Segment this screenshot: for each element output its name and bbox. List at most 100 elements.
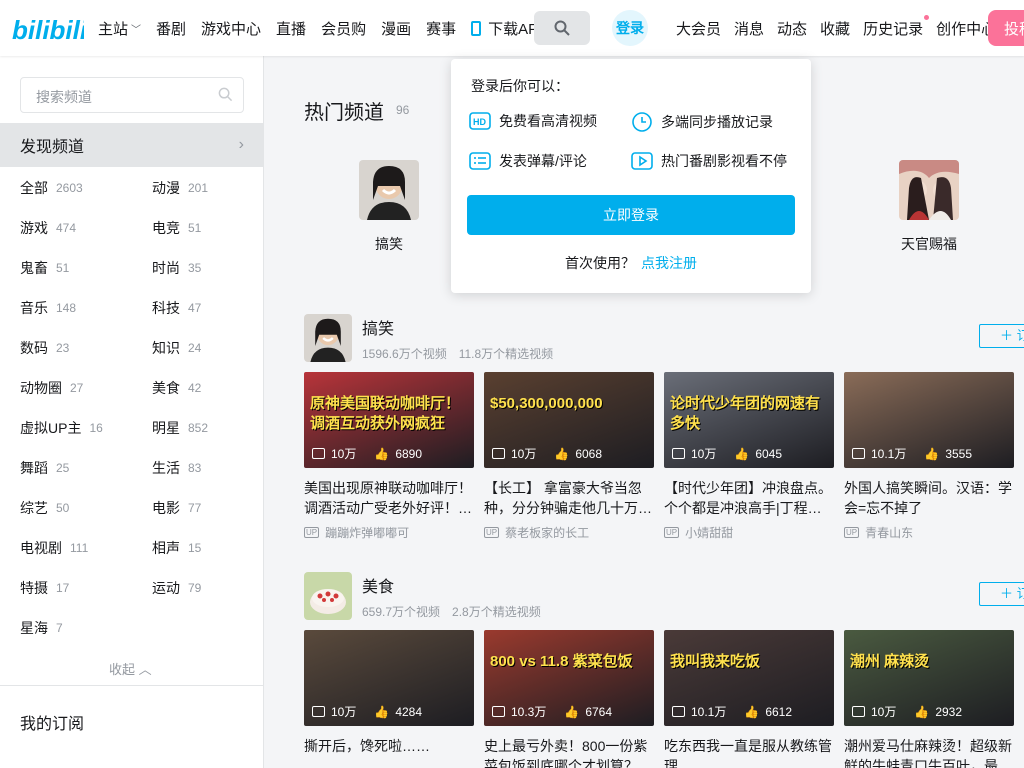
my-subscriptions[interactable]: 我的订阅 bbox=[20, 710, 84, 734]
category-item[interactable]: 音乐 148 bbox=[20, 288, 152, 328]
video-card[interactable]: 我叫我来吃饭 10.1万 👍 6612 吃东西我一直是服从教练管理 bbox=[664, 630, 834, 768]
nav-bangumi[interactable]: 番剧 bbox=[156, 18, 193, 39]
nav-manga[interactable]: 漫画 bbox=[381, 18, 418, 39]
category-item[interactable]: 时尚 35 bbox=[152, 248, 250, 288]
video-card[interactable]: 论时代少年团的网速有多快 10万 👍 6045 【时代少年团】冲浪盘点。个个都是冲浪高手… bbox=[664, 372, 834, 541]
category-label: 特摄 bbox=[20, 580, 48, 596]
category-item[interactable]: 动漫 201 bbox=[152, 168, 250, 208]
nav-messages[interactable]: 消息 bbox=[734, 18, 764, 39]
nav-mall[interactable]: 会员购 bbox=[321, 18, 373, 39]
category-item[interactable]: 全部 2603 bbox=[20, 168, 152, 208]
like-icon: 👍 bbox=[914, 704, 930, 719]
category-count: 51 bbox=[56, 261, 70, 275]
video-title[interactable]: 撕开后，馋死啦…… bbox=[304, 736, 474, 768]
benefit-item: 多端同步播放记录 bbox=[631, 111, 773, 133]
channel-sidebar: 搜索频道 发现频道 › 全部 2603 动漫 201 游戏 474 电竞 51 鬼畜 51 时尚 35… bbox=[0, 56, 264, 768]
channel-name[interactable]: 搞笑 bbox=[362, 315, 394, 339]
discover-channels-item[interactable]: 发现频道 › bbox=[0, 123, 264, 167]
category-label: 时尚 bbox=[152, 260, 180, 276]
category-item[interactable]: 运动 79 bbox=[152, 568, 250, 608]
search-icon[interactable] bbox=[218, 87, 233, 102]
video-stats: 10万 👍 6890 bbox=[312, 445, 422, 462]
nav-vip[interactable]: 大会员 bbox=[676, 18, 721, 39]
nav-history[interactable]: 历史记录 bbox=[863, 14, 930, 39]
category-item[interactable]: 数码 23 bbox=[20, 328, 152, 368]
video-card[interactable]: 800 vs 11.8 紫菜包饭 10.3万 👍 6764 史上最亏外卖！800一份紫菜… bbox=[484, 630, 654, 768]
category-item[interactable]: 特摄 17 bbox=[20, 568, 152, 608]
video-title[interactable]: 史上最亏外卖！800一份紫菜包饭到底哪个才划算？ bbox=[484, 736, 654, 768]
category-count: 111 bbox=[70, 541, 89, 555]
video-title[interactable]: 潮州爱马仕麻辣烫！超级新鲜的牛蛙青口牛百叶，最… bbox=[844, 736, 1014, 768]
nav-favorites[interactable]: 收藏 bbox=[820, 18, 850, 39]
category-item[interactable]: 电竞 51 bbox=[152, 208, 250, 248]
category-item[interactable]: 鬼畜 51 bbox=[20, 248, 152, 288]
video-uploader[interactable]: UP 蔡老板家的长工 bbox=[484, 524, 654, 541]
video-thumbnail[interactable]: 原神美国联动咖啡厅！调酒互动获外网疯狂 10万 👍 6890 bbox=[304, 372, 474, 468]
channel-avatar[interactable] bbox=[304, 314, 352, 362]
video-card[interactable]: 10万 👍 4284 撕开后，馋死啦…… bbox=[304, 630, 474, 768]
video-thumbnail[interactable]: $50,300,000,000 10万 👍 6068 bbox=[484, 372, 654, 468]
video-thumbnail[interactable]: 800 vs 11.8 紫菜包饭 10.3万 👍 6764 bbox=[484, 630, 654, 726]
category-item[interactable]: 虚拟UP主 16 bbox=[20, 408, 152, 448]
video-thumbnail[interactable]: 我叫我来吃饭 10.1万 👍 6612 bbox=[664, 630, 834, 726]
login-now-button[interactable]: 立即登录 bbox=[467, 195, 795, 235]
like-count: 6890 bbox=[395, 446, 423, 461]
video-title[interactable]: 【长工】 拿富豪大爷当忽种，分分钟骗走他几十万… bbox=[484, 478, 654, 518]
video-thumbnail[interactable]: 10.1万 👍 3555 bbox=[844, 372, 1014, 468]
category-item[interactable]: 相声 15 bbox=[152, 528, 250, 568]
nav-main-site[interactable]: 主站 ﹀ bbox=[98, 18, 148, 39]
category-label: 运动 bbox=[152, 580, 180, 596]
category-item[interactable]: 科技 47 bbox=[152, 288, 250, 328]
register-link[interactable]: 点我注册 bbox=[641, 255, 697, 271]
subscribe-button[interactable]: ＋ 订 bbox=[979, 324, 1024, 348]
video-title[interactable]: 【时代少年团】冲浪盘点。个个都是冲浪高手|丁程… bbox=[664, 478, 834, 518]
channel-avatar[interactable] bbox=[304, 572, 352, 620]
thumbnail-caption: 论时代少年团的网速有多快 bbox=[670, 395, 821, 432]
nav-live[interactable]: 直播 bbox=[276, 18, 313, 39]
category-item[interactable]: 动物圈 27 bbox=[20, 368, 152, 408]
search-button[interactable] bbox=[534, 11, 590, 45]
video-title[interactable]: 美国出现原神联动咖啡厅！调酒活动广受老外好评！… bbox=[304, 478, 474, 518]
channel-search-input[interactable]: 搜索频道 bbox=[20, 77, 244, 113]
channel-name[interactable]: 美食 bbox=[362, 573, 394, 597]
login-avatar-button[interactable]: 登录 bbox=[612, 10, 648, 46]
category-item[interactable]: 星海 7 bbox=[20, 608, 152, 648]
video-title[interactable]: 外国人搞笑瞬间。汉语：学会=忘不掉了 bbox=[844, 478, 1014, 518]
category-item[interactable]: 明星 852 bbox=[152, 408, 250, 448]
category-label: 生活 bbox=[152, 460, 180, 476]
video-title[interactable]: 吃东西我一直是服从教练管理 bbox=[664, 736, 834, 768]
video-thumbnail[interactable]: 10万 👍 4284 bbox=[304, 630, 474, 726]
bilibili-logo[interactable]: bilibili bbox=[12, 10, 84, 46]
like-icon: 👍 bbox=[744, 704, 760, 719]
category-item[interactable]: 游戏 474 bbox=[20, 208, 152, 248]
category-item[interactable]: 综艺 50 bbox=[20, 488, 152, 528]
video-card[interactable]: 10.1万 👍 3555 外国人搞笑瞬间。汉语：学会=忘不掉了 UP 青春山东 bbox=[844, 372, 1014, 541]
video-thumbnail[interactable]: 潮州 麻辣烫 10万 👍 2932 bbox=[844, 630, 1014, 726]
hot-channel-item[interactable]: 搞笑 bbox=[359, 160, 419, 254]
featured-count: 2.8万个精选视频 bbox=[452, 605, 541, 619]
video-card[interactable]: 潮州 麻辣烫 10万 👍 2932 潮州爱马仕麻辣烫！超级新鲜的牛蛙青口牛百叶，最… bbox=[844, 630, 1014, 768]
category-item[interactable]: 美食 42 bbox=[152, 368, 250, 408]
video-uploader[interactable]: UP 青春山东 bbox=[844, 524, 1014, 541]
nav-dynamics[interactable]: 动态 bbox=[777, 18, 807, 39]
subscribe-button[interactable]: ＋ 订 bbox=[979, 582, 1024, 606]
video-card[interactable]: $50,300,000,000 10万 👍 6068 【长工】 拿富豪大爷当忽种，分分钟… bbox=[484, 372, 654, 541]
video-thumbnail[interactable]: 论时代少年团的网速有多快 10万 👍 6045 bbox=[664, 372, 834, 468]
category-item[interactable]: 生活 83 bbox=[152, 448, 250, 488]
video-uploader[interactable]: UP 蹦蹦炸弹嘟嘟可 bbox=[304, 524, 474, 541]
category-item[interactable]: 舞蹈 25 bbox=[20, 448, 152, 488]
nav-game-center[interactable]: 游戏中心 bbox=[201, 18, 268, 39]
hot-channel-item[interactable]: 天官赐福 bbox=[899, 160, 959, 254]
collapse-button[interactable]: 收起 ︿ bbox=[109, 659, 152, 678]
category-item[interactable]: 电影 77 bbox=[152, 488, 250, 528]
category-label: 音乐 bbox=[20, 300, 48, 316]
category-label: 电影 bbox=[152, 500, 180, 516]
video-card[interactable]: 原神美国联动咖啡厅！调酒互动获外网疯狂 10万 👍 6890 美国出现原神联动咖啡厅！调… bbox=[304, 372, 474, 541]
nav-esports[interactable]: 赛事 bbox=[426, 18, 463, 39]
upload-button[interactable]: 投稿 bbox=[988, 10, 1024, 46]
category-label: 游戏 bbox=[20, 220, 48, 236]
video-uploader[interactable]: UP 小婧甜甜 bbox=[664, 524, 834, 541]
category-item[interactable]: 电视剧 111 bbox=[20, 528, 152, 568]
category-item[interactable]: 知识 24 bbox=[152, 328, 250, 368]
comment-list-icon bbox=[469, 152, 491, 170]
